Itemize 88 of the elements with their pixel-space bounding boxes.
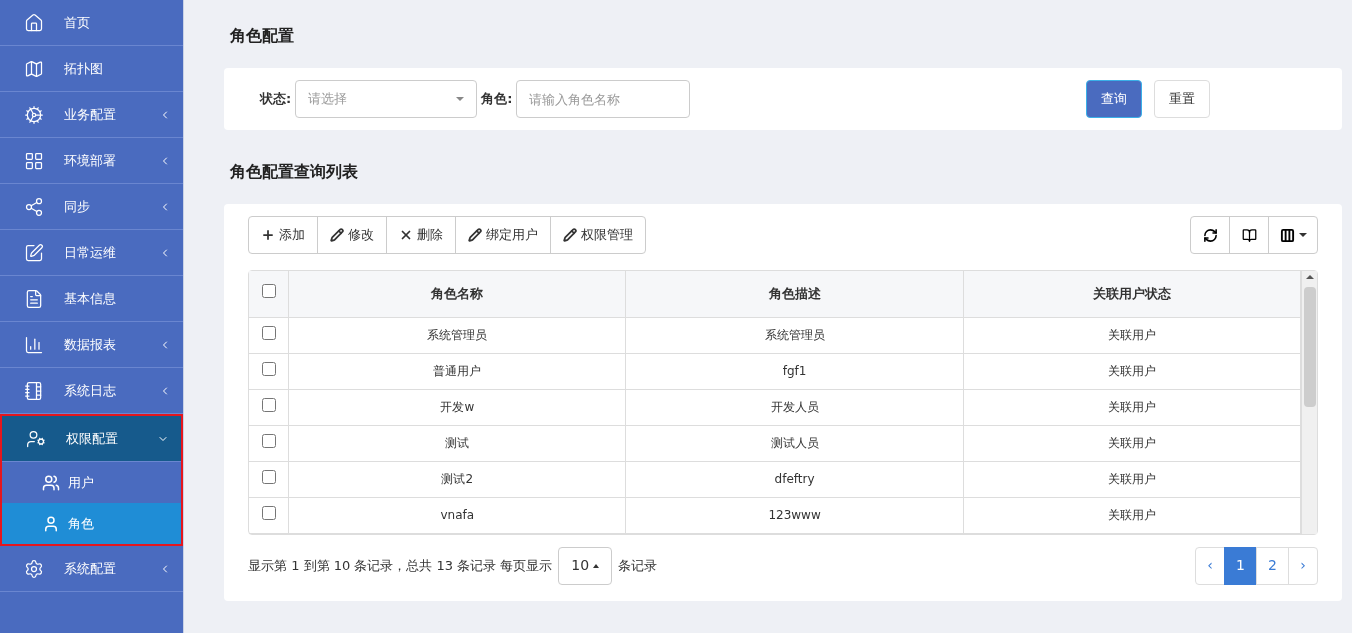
column-header[interactable]: 角色描述: [625, 271, 964, 317]
table-cell: 开发人员: [625, 389, 964, 425]
table-cell: 关联用户: [963, 425, 1301, 461]
toolbar-button[interactable]: 添加: [248, 216, 318, 254]
table-cell: 系统管理员: [625, 317, 964, 353]
refresh-button[interactable]: [1190, 216, 1230, 254]
toolbar-button[interactable]: 绑定用户: [455, 216, 551, 254]
next-page-button[interactable]: ›: [1288, 546, 1318, 585]
toolbar-button[interactable]: 权限管理: [550, 216, 646, 254]
table-cell: 开发w: [288, 389, 626, 425]
table-cell: 关联用户: [963, 389, 1301, 425]
map-icon: [24, 58, 44, 79]
page-button[interactable]: 2: [1256, 546, 1289, 585]
bar-chart-icon: [24, 334, 44, 355]
sidebar-label: 日常运维: [64, 243, 117, 262]
table-cell: 测试: [288, 425, 626, 461]
table-cell: 关联用户: [963, 461, 1301, 497]
table-cell: 系统管理员: [288, 317, 626, 353]
table-cell: 关联用户: [963, 353, 1301, 389]
notebook-icon: [24, 380, 44, 401]
edit-icon: [24, 242, 44, 263]
page-button[interactable]: 1: [1224, 546, 1257, 585]
sidebar-label: 首页: [64, 13, 91, 32]
book-icon: [1241, 227, 1257, 243]
reset-button[interactable]: 重置: [1154, 80, 1210, 118]
plus-icon: [261, 228, 275, 242]
row-checkbox[interactable]: [261, 397, 276, 412]
caret-icon: [593, 563, 600, 568]
sidebar-label: 权限配置: [66, 429, 119, 448]
records-summary: 显示第 1 到第 10 条记录，总共 13 条记录 每页显示: [248, 556, 553, 575]
pencil-icon: [563, 228, 577, 242]
sidebar-item[interactable]: 权限配置: [2, 416, 181, 462]
row-checkbox[interactable]: [261, 433, 276, 448]
submenu-label: 角色: [68, 514, 94, 533]
select-all-checkbox[interactable]: [261, 284, 276, 299]
sidebar-label: 数据报表: [64, 335, 117, 354]
sidebar-label: 同步: [64, 197, 91, 216]
nodes-icon: [24, 196, 44, 217]
submenu-item[interactable]: 角色: [2, 503, 181, 544]
cross-icon: [399, 228, 413, 242]
query-button[interactable]: 查询: [1086, 80, 1142, 118]
caret-icon: [456, 97, 465, 101]
table-cell: 测试2: [288, 461, 626, 497]
pencil-icon: [468, 228, 482, 242]
home-icon: [24, 12, 44, 33]
users-icon: [42, 473, 60, 492]
table-cell: dfeftry: [625, 461, 964, 497]
table-cell: 123www: [625, 497, 964, 533]
caret-icon: [1298, 233, 1307, 237]
sidebar-label: 业务配置: [64, 105, 117, 124]
sidebar-label: 环境部署: [64, 151, 117, 170]
toolbar-button[interactable]: 删除: [386, 216, 456, 254]
page-title: 角色配置: [230, 25, 295, 47]
columns-button[interactable]: [1268, 216, 1318, 254]
sidebar-label: 基本信息: [64, 289, 117, 308]
user-gear-icon: [26, 428, 46, 449]
row-checkbox[interactable]: [261, 505, 276, 520]
status-select[interactable]: 请选择: [295, 80, 478, 118]
row-checkbox[interactable]: [261, 361, 276, 376]
refresh-icon: [1202, 227, 1218, 243]
user-icon: [42, 514, 60, 533]
row-checkbox[interactable]: [261, 325, 276, 340]
submenu-label: 用户: [68, 473, 94, 492]
table-cell: vnafa: [288, 497, 626, 533]
sidebar-label: 系统日志: [64, 381, 117, 400]
role-label: 角色:: [481, 90, 513, 109]
toolbar-button[interactable]: 修改: [317, 216, 387, 254]
table-cell: 普通用户: [288, 353, 626, 389]
status-label: 状态:: [260, 90, 292, 109]
column-header[interactable]: 关联用户状态: [963, 271, 1301, 317]
pencil-icon: [330, 228, 344, 242]
toggle-view-button[interactable]: [1229, 216, 1269, 254]
row-checkbox[interactable]: [261, 469, 276, 484]
records-suffix: 条记录: [618, 556, 658, 575]
table-cell: fgf1: [625, 353, 964, 389]
page-size-select[interactable]: 10: [558, 546, 613, 585]
sidebar-label: 系统配置: [64, 559, 117, 578]
table-cell: 测试人员: [625, 425, 964, 461]
columns-icon: [1279, 227, 1295, 243]
settings-icon: [24, 558, 44, 579]
grid-icon: [24, 150, 44, 171]
document-icon: [24, 288, 44, 309]
column-header[interactable]: 角色名称: [288, 271, 626, 317]
role-input[interactable]: 请输入角色名称: [516, 80, 691, 118]
table-cell: 关联用户: [963, 317, 1301, 353]
sidebar-label: 拓扑图: [64, 59, 104, 78]
table-cell: 关联用户: [963, 497, 1301, 533]
list-title: 角色配置查询列表: [230, 161, 359, 183]
